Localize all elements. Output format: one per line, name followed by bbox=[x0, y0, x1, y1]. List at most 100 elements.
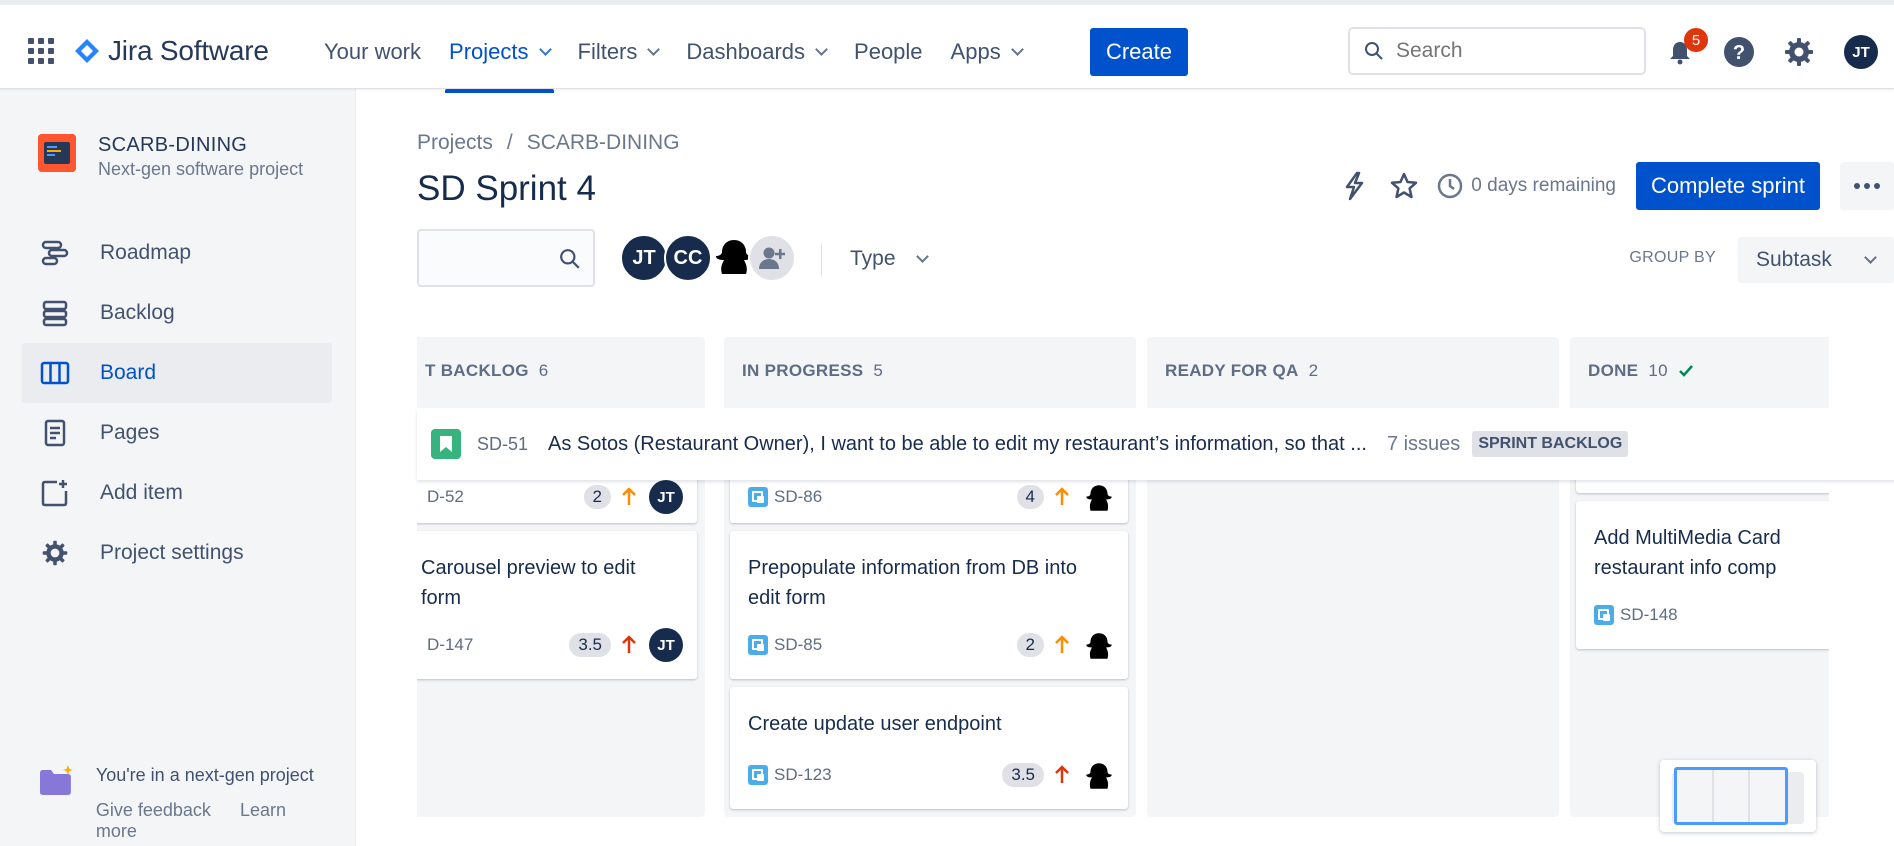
roadmap-icon bbox=[40, 238, 70, 268]
subtask-icon bbox=[1594, 605, 1614, 625]
jira-diamond-icon bbox=[74, 38, 100, 64]
column-title: READY FOR QA bbox=[1165, 361, 1299, 380]
estimate-badge: 2 bbox=[1016, 633, 1044, 657]
issue-key: D-147 bbox=[427, 635, 474, 654]
swimlane-header[interactable]: SD-51 As Sotos (Restaurant Owner), I wan… bbox=[417, 408, 1894, 480]
priority-medium-icon bbox=[1054, 635, 1070, 655]
search-input[interactable] bbox=[1396, 39, 1616, 63]
avatar-filter-jt[interactable]: JT bbox=[620, 234, 668, 282]
sidebar-item-board[interactable]: Board bbox=[22, 343, 332, 403]
swimlane-issue-count: 7 issues bbox=[1386, 432, 1461, 455]
jira-logo[interactable]: Jira Software bbox=[74, 35, 269, 67]
column-count: 2 bbox=[1308, 361, 1319, 380]
issue-card[interactable]: Carousel preview to edit form D-147 3.5 … bbox=[417, 531, 697, 679]
nav-people[interactable]: People bbox=[840, 27, 937, 77]
project-header[interactable]: SCARB-DINING Next-gen software project bbox=[38, 134, 303, 180]
group-by-select[interactable]: Subtask bbox=[1738, 237, 1894, 283]
sidebar-item-project-settings[interactable]: Project settings bbox=[22, 523, 332, 583]
board-minimap[interactable] bbox=[1660, 760, 1816, 832]
nav-apps[interactable]: Apps bbox=[937, 27, 1036, 77]
sidebar-item-roadmap[interactable]: Roadmap bbox=[22, 223, 332, 283]
column-title: T BACKLOG bbox=[425, 361, 529, 380]
issue-card[interactable]: Add MultiMedia Card restaurant info comp… bbox=[1576, 501, 1829, 649]
breadcrumb-project[interactable]: SCARB-DINING bbox=[527, 131, 680, 154]
clock-icon bbox=[1437, 173, 1463, 199]
minimap-viewport[interactable] bbox=[1674, 767, 1788, 825]
silhouette-avatar-icon bbox=[1082, 629, 1114, 661]
nav-your-work[interactable]: Your work bbox=[310, 27, 435, 77]
issue-key: SD-85 bbox=[774, 635, 823, 654]
complete-sprint-button[interactable]: Complete sprint bbox=[1636, 162, 1820, 210]
breadcrumb-projects[interactable]: Projects bbox=[417, 131, 493, 154]
nav-label: Filters bbox=[577, 39, 638, 64]
sidebar-item-label: Pages bbox=[100, 421, 160, 444]
chevron-down-icon bbox=[815, 42, 828, 56]
next-gen-footer: You're in a next-gen project Give feedba… bbox=[38, 765, 355, 842]
sidebar-item-add-item[interactable]: Add item bbox=[22, 463, 332, 523]
star-icon[interactable] bbox=[1389, 171, 1419, 201]
search-icon bbox=[1365, 42, 1383, 60]
issue-key: SD-86 bbox=[774, 487, 823, 506]
help-button[interactable]: ? bbox=[1722, 35, 1756, 69]
sidebar-item-backlog[interactable]: Backlog bbox=[22, 283, 332, 343]
issue-title: Prepopulate information from DB into edi… bbox=[748, 557, 1078, 609]
issue-key: SD-123 bbox=[774, 765, 832, 784]
search-box[interactable] bbox=[1348, 27, 1646, 75]
silhouette-avatar-icon bbox=[1082, 759, 1114, 791]
create-button[interactable]: Create bbox=[1090, 28, 1188, 76]
issue-card[interactable]: Create update user endpoint SD-123 3.5 bbox=[730, 687, 1128, 809]
sidebar-item-label: Add item bbox=[100, 481, 183, 504]
nav-dashboards[interactable]: Dashboards bbox=[672, 27, 840, 77]
column-count: 10 bbox=[1648, 361, 1668, 380]
issue-card[interactable]: Prepopulate information from DB into edi… bbox=[730, 531, 1128, 679]
nav-filters[interactable]: Filters bbox=[564, 27, 673, 77]
project-name: SCARB-DINING bbox=[98, 134, 248, 156]
user-avatar[interactable]: JT bbox=[1844, 35, 1878, 69]
give-feedback-link[interactable]: Give feedback bbox=[96, 800, 211, 820]
swimlane-issue-key[interactable]: SD-51 bbox=[477, 434, 528, 455]
column-title: IN PROGRESS bbox=[742, 361, 864, 380]
chevron-down-icon bbox=[915, 249, 929, 263]
project-sidebar: SCARB-DINING Next-gen software project R… bbox=[0, 89, 356, 846]
subtask-icon bbox=[748, 765, 768, 785]
add-people-button[interactable] bbox=[748, 234, 796, 282]
group-by-value: Subtask bbox=[1756, 248, 1832, 271]
automation-icon[interactable] bbox=[1341, 171, 1367, 201]
type-filter-label: Type bbox=[850, 247, 896, 270]
notification-count-badge: 5 bbox=[1684, 28, 1708, 52]
gear-icon bbox=[40, 538, 70, 568]
column-header: DONE 10 bbox=[1570, 337, 1829, 405]
subtask-icon bbox=[748, 487, 768, 507]
add-person-icon bbox=[759, 247, 785, 269]
avatar-filter-cc[interactable]: CC bbox=[664, 234, 712, 282]
days-remaining: 0 days remaining bbox=[1471, 175, 1616, 196]
column-title: DONE bbox=[1588, 361, 1639, 380]
column-header: IN PROGRESS 5 bbox=[724, 337, 1136, 405]
settings-button[interactable] bbox=[1782, 35, 1816, 69]
board-search-input[interactable] bbox=[417, 229, 595, 287]
nav-projects[interactable]: Projects bbox=[435, 27, 563, 93]
assignee-filter: JT CC bbox=[620, 234, 796, 282]
page-title: SD Sprint 4 bbox=[417, 169, 596, 208]
type-filter-dropdown[interactable]: Type bbox=[850, 247, 929, 271]
chevron-down-icon bbox=[1864, 250, 1877, 264]
app-switcher-icon[interactable] bbox=[28, 38, 54, 64]
board-main: Projects / SCARB-DINING SD Sprint 4 0 days… bbox=[357, 89, 1894, 846]
top-navigation-bar: Jira Software Your work Projects Filters… bbox=[0, 0, 1894, 93]
more-actions-button[interactable] bbox=[1840, 162, 1894, 210]
help-icon: ? bbox=[1724, 37, 1754, 67]
estimate-badge: 3.5 bbox=[1002, 763, 1044, 787]
svg-text:?: ? bbox=[1733, 42, 1745, 64]
chevron-down-icon bbox=[647, 42, 661, 56]
assignee-avatar: JT bbox=[649, 628, 683, 662]
sidebar-item-pages[interactable]: Pages bbox=[22, 403, 332, 463]
swimlane-summary: As Sotos (Restaurant Owner), I want to b… bbox=[548, 432, 1367, 455]
nav-label: Apps bbox=[950, 39, 1001, 64]
pages-icon bbox=[40, 418, 70, 448]
primary-nav: Your work Projects Filters Dashboards Pe… bbox=[310, 27, 1036, 93]
breadcrumb: Projects / SCARB-DINING bbox=[417, 131, 680, 154]
project-avatar-icon bbox=[38, 134, 76, 172]
priority-high-icon bbox=[621, 635, 637, 655]
column-count: 6 bbox=[538, 361, 549, 380]
project-type: Next-gen software project bbox=[98, 159, 304, 179]
